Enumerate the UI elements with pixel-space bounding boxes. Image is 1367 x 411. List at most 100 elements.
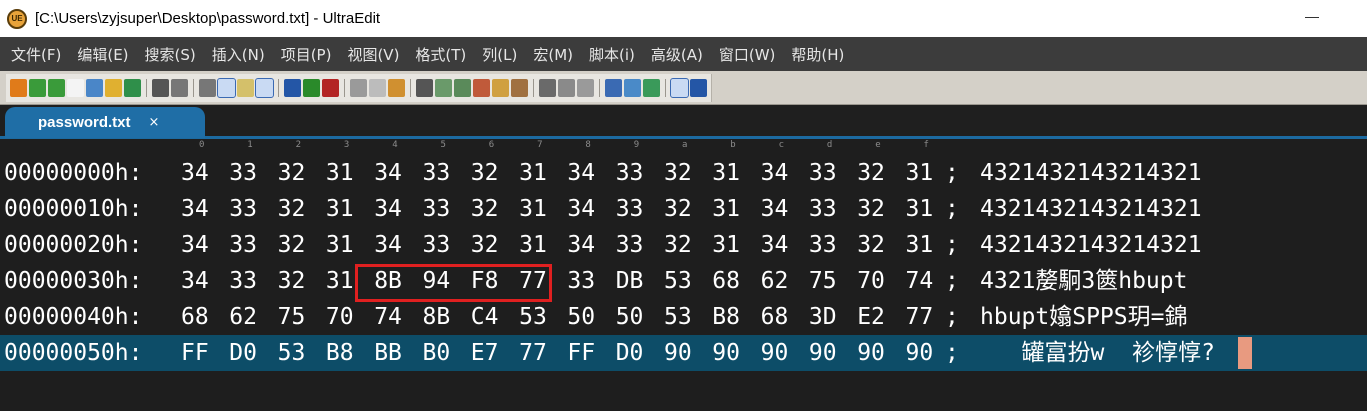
ascii-text[interactable]: hbupt嬆SPPS玥=錦 [980, 302, 1187, 332]
hex-byte[interactable]: 33 [423, 230, 451, 260]
hex-byte[interactable]: 32 [664, 194, 692, 224]
menu-item-0[interactable]: 文件(F) [3, 44, 69, 65]
hex-byte[interactable]: 90 [761, 338, 789, 368]
print-icon[interactable] [152, 78, 169, 97]
hex-byte[interactable]: 32 [857, 230, 885, 260]
hex-byte[interactable]: 31 [712, 230, 740, 260]
hex-byte[interactable]: 32 [857, 194, 885, 224]
hex-row[interactable]: 00000010h: 34 33 32 31 34 33 32 31 34 33 32 31 34 33 32… [0, 191, 1367, 227]
replace-icon[interactable] [435, 78, 452, 97]
menu-item-3[interactable]: 插入(N) [204, 44, 273, 65]
hex-byte[interactable]: 33 [229, 266, 257, 296]
find-icon[interactable] [416, 78, 433, 97]
hex-row[interactable]: 00000020h: 34 33 32 31 34 33 32 31 34 33 32 31 34 33 32… [0, 227, 1367, 263]
hex-byte[interactable]: 34 [761, 194, 789, 224]
hex-byte[interactable]: 33 [229, 194, 257, 224]
hex-editor[interactable]: 00000000h: 34 33 32 31 34 33 32 31 34 33 32 31 34 33 32… [0, 155, 1367, 411]
hex-byte[interactable]: 34 [181, 230, 209, 260]
tab-password-txt[interactable]: password.txt × [5, 107, 205, 138]
hex-byte[interactable]: 50 [616, 302, 644, 332]
menu-item-11[interactable]: 窗口(W) [711, 44, 784, 65]
hex-byte[interactable]: 31 [519, 194, 547, 224]
ascii-text[interactable]: 4321432143214321 [980, 230, 1202, 260]
help-icon[interactable] [690, 78, 707, 97]
web-icon[interactable] [605, 78, 622, 97]
list-icon[interactable] [255, 77, 274, 98]
save-icon[interactable] [124, 78, 141, 97]
hex-byte[interactable]: 33 [229, 158, 257, 188]
hex-byte[interactable]: 74 [374, 302, 402, 332]
user-tool-2-icon[interactable] [303, 78, 320, 97]
hex-byte[interactable]: 32 [278, 158, 306, 188]
cut-icon[interactable] [350, 78, 367, 97]
hex-byte[interactable]: 31 [326, 230, 354, 260]
hex-byte[interactable]: 62 [761, 266, 789, 296]
ftp-icon[interactable] [624, 78, 641, 97]
hex-byte[interactable]: 34 [181, 158, 209, 188]
hex-byte[interactable]: 33 [809, 158, 837, 188]
hex-byte[interactable]: 34 [567, 230, 595, 260]
hex-byte[interactable]: 50 [567, 302, 595, 332]
menu-item-4[interactable]: 项目(P) [273, 44, 340, 65]
hex-byte[interactable]: 34 [374, 230, 402, 260]
hex-byte[interactable]: 31 [906, 158, 934, 188]
ascii-text[interactable]: 4321432143214321 [980, 158, 1202, 188]
layout-icon[interactable] [670, 77, 689, 98]
ascii-text[interactable]: 4321432143214321 [980, 194, 1202, 224]
hex-byte[interactable]: 32 [664, 230, 692, 260]
hex-byte[interactable]: 32 [857, 158, 885, 188]
hex-byte[interactable]: 31 [519, 158, 547, 188]
paste-icon[interactable] [388, 78, 405, 97]
hex-byte[interactable]: 68 [712, 266, 740, 296]
hex-byte[interactable]: E2 [857, 302, 885, 332]
menu-item-6[interactable]: 格式(T) [407, 44, 474, 65]
hex-byte[interactable]: 90 [712, 338, 740, 368]
find-next-icon[interactable] [454, 78, 471, 97]
back-icon[interactable] [29, 78, 46, 97]
ascii-text[interactable]: 4321嫠駉3篋hbupt [980, 266, 1187, 296]
hex-byte[interactable]: 90 [906, 338, 934, 368]
menu-item-2[interactable]: 搜索(S) [137, 44, 204, 65]
hex-byte[interactable]: 70 [326, 302, 354, 332]
hex-byte[interactable]: 33 [616, 194, 644, 224]
hex-byte[interactable]: 34 [567, 158, 595, 188]
hex-byte[interactable]: 31 [326, 266, 354, 296]
menu-item-5[interactable]: 视图(V) [339, 44, 407, 65]
hex-byte[interactable]: 70 [857, 266, 885, 296]
hex-byte[interactable]: 90 [664, 338, 692, 368]
hex-byte[interactable]: 31 [326, 158, 354, 188]
hex-byte[interactable]: 90 [857, 338, 885, 368]
hex-byte[interactable]: 32 [471, 194, 499, 224]
hex-byte[interactable]: 3D [809, 302, 837, 332]
macro-play-icon[interactable] [511, 78, 528, 97]
hex-byte[interactable]: 34 [567, 194, 595, 224]
refresh-icon[interactable] [643, 78, 660, 97]
hex-byte[interactable]: E7 [471, 338, 499, 368]
hex-byte[interactable]: 53 [664, 302, 692, 332]
hex-byte[interactable]: 33 [229, 230, 257, 260]
hex-byte[interactable]: 75 [809, 266, 837, 296]
open-icon[interactable] [86, 78, 103, 97]
page-icon[interactable] [199, 78, 216, 97]
hex-byte[interactable]: 31 [519, 230, 547, 260]
open-folder-icon[interactable] [105, 78, 122, 97]
hex-byte[interactable]: 32 [278, 194, 306, 224]
menu-item-8[interactable]: 宏(M) [525, 44, 581, 65]
menu-item-12[interactable]: 帮助(H) [783, 44, 852, 65]
hex-byte[interactable]: 77 [906, 302, 934, 332]
hex-byte[interactable]: FF [181, 338, 209, 368]
hex-byte[interactable]: 75 [278, 302, 306, 332]
window-2-icon[interactable] [558, 78, 575, 97]
hex-row[interactable]: 00000030h: 34 33 32 31 8B 94 F8 77 33 DB 53 68 62 75 70… [0, 263, 1367, 299]
print-preview-icon[interactable] [171, 78, 188, 97]
hex-byte[interactable]: 32 [664, 158, 692, 188]
hex-byte[interactable]: 34 [761, 230, 789, 260]
hex-row[interactable]: 00000040h: 68 62 75 70 74 8B C4 53 50 50 53 B8 68 3D E2… [0, 299, 1367, 335]
hex-byte[interactable]: 31 [712, 158, 740, 188]
hex-byte[interactable]: B8 [326, 338, 354, 368]
hex-row[interactable]: 00000000h: 34 33 32 31 34 33 32 31 34 33 32 31 34 33 32… [0, 155, 1367, 191]
hex-byte[interactable]: FF [567, 338, 595, 368]
hex-byte[interactable]: 34 [761, 158, 789, 188]
hex-byte[interactable]: B8 [712, 302, 740, 332]
hex-byte[interactable]: 62 [229, 302, 257, 332]
